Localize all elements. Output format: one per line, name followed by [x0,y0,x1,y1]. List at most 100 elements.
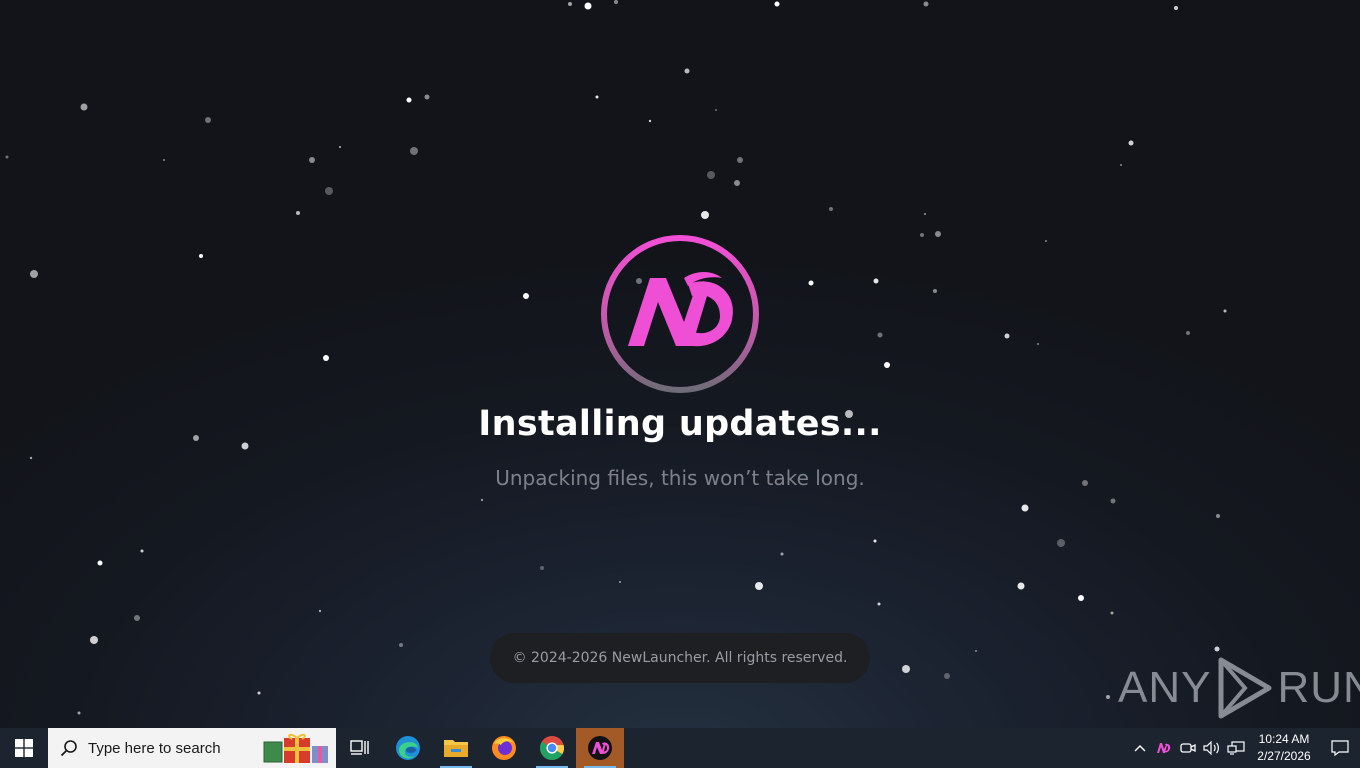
star-dot [1045,240,1047,242]
star-dot [97,560,103,566]
taskbar-newlauncher-button[interactable] [576,728,624,768]
clock-date: 2/27/2026 [1257,749,1311,763]
anyrun-watermark: ANY RUN [1118,656,1360,720]
star-dot [734,180,740,186]
speaker-icon [1203,741,1219,755]
taskbar-chrome-button[interactable] [528,728,576,768]
tray-newlauncher-button[interactable] [1152,728,1176,768]
star-dot [339,146,341,148]
search-icon [60,740,77,757]
star-dot [873,539,877,543]
tray-network-button[interactable] [1224,728,1248,768]
star-dot [5,155,9,159]
star-dot [80,103,88,111]
copyright-text: © 2024-2026 NewLauncher. All rights rese… [512,650,848,666]
star-dot [935,231,941,237]
show-hidden-icons-button[interactable] [1128,728,1152,768]
star-dot [29,456,33,460]
star-dot [540,566,544,570]
task-view-button[interactable] [336,728,384,768]
tray-meet-now-button[interactable] [1176,728,1200,768]
star-dot [1057,539,1065,547]
watermark-text-right: RUN [1277,663,1360,712]
star-dot [1214,646,1220,652]
star-dot [205,117,211,123]
star-dot [140,549,144,553]
edge-icon [396,736,420,760]
star-dot [944,673,950,679]
search-placeholder: Type here to search [88,739,221,757]
star-dot [933,289,937,293]
taskbar: Type here to search 10:24 AM 2/27/2026 [0,728,1360,768]
star-dot [1106,695,1110,699]
copyright-footer: © 2024-2026 NewLauncher. All rights rese… [490,633,870,683]
action-center-button[interactable] [1320,728,1360,768]
search-highlight-gifts-icon [263,733,328,763]
star-dot [707,171,715,179]
taskbar-clock[interactable]: 10:24 AM 2/27/2026 [1248,731,1320,765]
star-dot [924,213,926,215]
star-dot [1110,611,1114,615]
taskbar-file-explorer-button[interactable] [432,728,480,768]
chevron-up-icon [1134,745,1146,752]
star-dot [774,1,780,7]
star-dot [808,280,814,286]
star-dot [923,1,929,7]
star-dot [648,119,652,123]
chrome-icon [540,736,564,761]
task-view-icon [350,740,369,755]
file-explorer-icon [444,740,468,757]
star-dot [873,278,879,284]
desktop-background: Installing updates... Unpacking files, t… [0,0,1360,728]
newlauncher-logo [601,235,759,393]
star-dot [1110,498,1116,504]
star-dot [1128,140,1134,146]
network-icon [1227,741,1245,755]
star-dot [715,109,717,111]
start-button[interactable] [0,728,48,768]
clock-time: 10:24 AM [1258,732,1310,746]
newlauncher-icon [588,736,612,760]
watermark-text-left: ANY [1118,663,1212,712]
star-dot [1021,504,1029,512]
tray-volume-button[interactable] [1200,728,1224,768]
star-dot [877,602,881,606]
star-dot [1120,164,1122,166]
star-dot [568,2,572,6]
star-dot [920,233,924,237]
star-dot [1017,582,1025,590]
star-dot [737,157,743,163]
taskbar-edge-button[interactable] [384,728,432,768]
star-dot [1223,309,1227,313]
star-dot [780,552,784,556]
star-dot [1037,343,1039,345]
star-dot [902,665,910,673]
star-dot [1216,514,1220,518]
star-dot [406,97,412,103]
star-dot [480,498,484,502]
star-dot [1004,333,1010,339]
star-dot [975,650,977,652]
taskbar-search-box[interactable]: Type here to search [48,728,336,768]
star-dot [1078,595,1084,601]
taskbar-firefox-button[interactable] [480,728,528,768]
star-dot [318,609,322,613]
star-dot [1174,6,1178,10]
star-dot [523,293,529,299]
windows-logo-icon [15,739,33,757]
star-dot [1186,331,1190,335]
meet-now-icon [1180,743,1196,753]
star-dot [595,95,599,99]
system-tray: 10:24 AM 2/27/2026 [1128,728,1360,768]
star-dot [323,355,329,361]
install-status-title: Installing updates... [478,404,882,444]
star-dot [877,332,883,338]
star-dot [163,159,165,161]
star-dot [30,270,38,278]
star-dot [701,211,709,219]
star-dot [619,581,621,583]
notification-icon [1331,740,1349,756]
star-dot [90,636,98,644]
star-dot [884,362,890,368]
star-dot [134,615,140,621]
